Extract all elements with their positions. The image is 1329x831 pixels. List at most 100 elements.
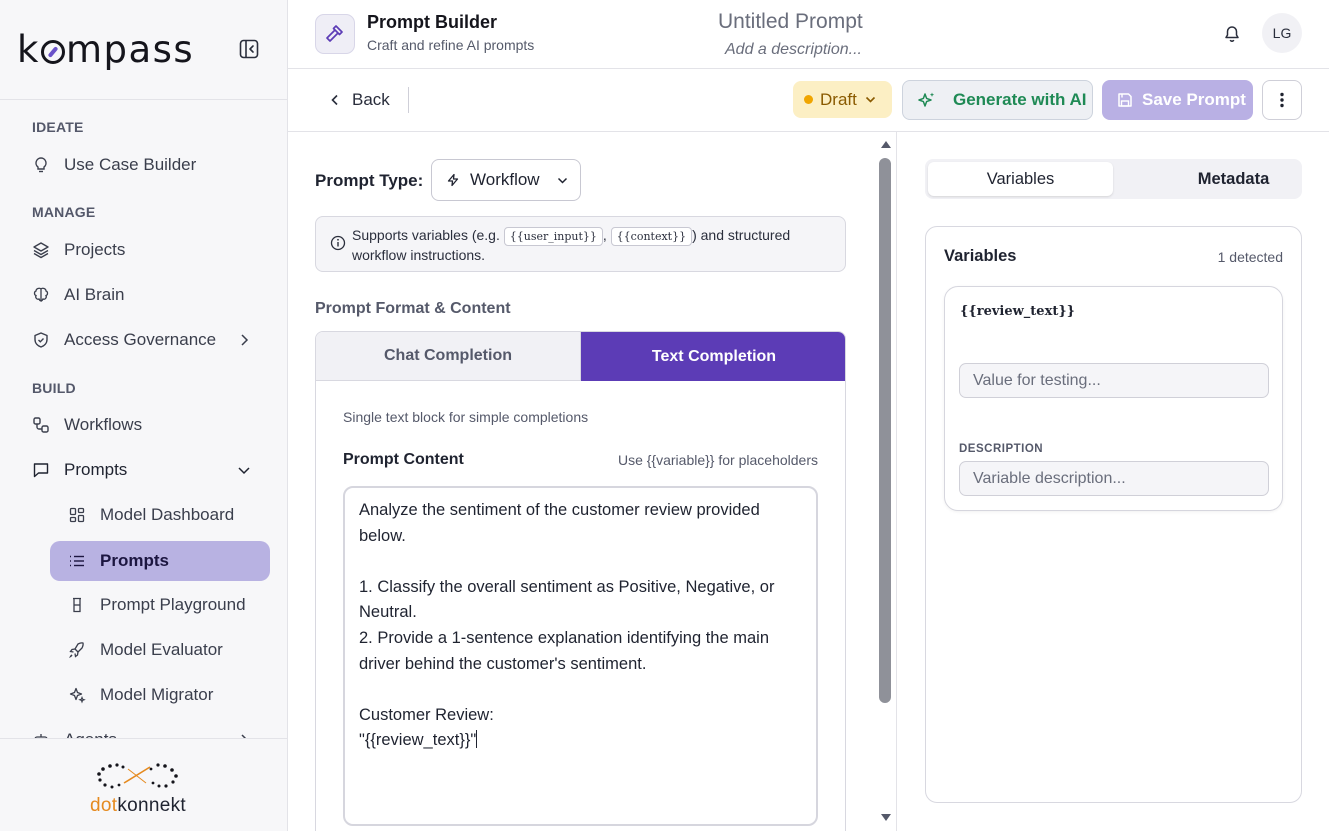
prompt-editor: Prompt Type: Workflow Supports variables… [288,132,897,831]
list-icon [70,555,84,567]
scroll-up-arrow-icon[interactable] [881,141,891,148]
tab-text-completion[interactable]: Text Completion [581,332,845,381]
save-label: Save Prompt [1142,90,1246,109]
rocket-icon [69,642,84,658]
brand-dot: dot [90,795,118,816]
chevron-down-icon [557,177,567,184]
prompt-content-hint: Use {{variable}} for placeholders [617,452,818,468]
sidebar-footer: dotkonnekt [0,738,287,831]
app-title: Prompt Builder [367,12,498,32]
zap-icon [447,173,459,187]
brain-icon [33,287,49,302]
editor-toolbar: Back Draft Generate with AI Save Prompt [288,69,1329,132]
info-icon [330,235,346,251]
sidebar-item-prompts-active[interactable]: Prompts [50,541,270,581]
sidebar-item-projects[interactable]: Projects [26,230,266,270]
sidebar-item-model-evaluator[interactable]: Model Evaluator [50,630,270,670]
scrollbar-thumb[interactable] [879,158,891,703]
chevron-left-icon [331,94,338,106]
sidebar-item-label: Use Case Builder [64,155,197,174]
prompt-title-field[interactable]: Untitled Prompt [718,10,1018,34]
variables-detected-count: 1 detected [1217,249,1283,265]
generate-with-ai-button[interactable]: Generate with AI [902,80,1093,120]
tab-metadata[interactable]: Metadata [1143,162,1324,196]
variable-example-chip: {{user_input}} [503,227,603,246]
status-dot [804,95,813,104]
chevron-right-icon [241,334,249,346]
scroll-down-arrow-icon[interactable] [881,814,891,821]
sidebar-item-ai-brain[interactable]: AI Brain [26,275,266,315]
tab-variables[interactable]: Variables [928,162,1113,196]
dashboard-grid-icon [69,507,85,523]
collapse-sidebar-button[interactable] [238,38,260,60]
user-avatar[interactable]: LG [1262,13,1302,53]
message-square-icon [33,463,49,478]
info-text-part: Supports variables (e.g. [352,227,504,243]
infinity-dots-icon [97,763,178,789]
hammer-icon [326,25,343,42]
prompt-type-info: Supports variables (e.g. {{user_input}},… [315,216,846,272]
brand-konnekt: konnekt [117,795,186,816]
right-panel: Variables Metadata Variables 1 detected … [897,132,1329,831]
prompt-type-select[interactable]: Workflow [431,159,581,201]
sidebar-item-model-dashboard[interactable]: Model Dashboard [50,495,270,535]
sidebar: k mpass IDEATE Use Case Builder MANAGE Pr… [0,0,288,831]
save-prompt-button[interactable]: Save Prompt [1102,80,1253,120]
right-panel-tabs: Variables Metadata [925,159,1302,199]
generate-label: Generate with AI [953,90,1087,109]
sparkles-icon [918,92,935,107]
sidebar-item-label: Model Evaluator [100,640,223,659]
compass-o-icon [40,40,65,64]
kompass-logo[interactable]: k mpass [17,28,194,71]
shield-check-icon [34,332,48,348]
sidebar-item-prompt-playground[interactable]: Prompt Playground [50,585,270,625]
sidebar-item-label: Prompts [64,460,128,479]
more-vertical-icon [1280,92,1284,108]
sidebar-item-use-case-builder[interactable]: Use Case Builder [26,145,266,185]
back-label: Back [352,90,390,109]
top-header: Prompt Builder Craft and refine AI promp… [288,0,1329,69]
sidebar-item-label: Prompts [100,551,169,570]
prompt-content-textarea[interactable]: Analyze the sentiment of the customer re… [343,486,818,826]
variable-card: {{review_text}} DESCRIPTION [944,286,1283,511]
tab-chat-completion[interactable]: Chat Completion [316,332,581,381]
chevron-down-icon [238,467,250,475]
lightbulb-icon [35,157,47,173]
nav-section-build: BUILD [32,380,76,396]
editor-scrollbar[interactable] [877,132,895,831]
sidebar-item-label: Projects [64,240,126,259]
variable-description-label: DESCRIPTION [959,443,1044,455]
info-text: Supports variables (e.g. {{user_input}},… [352,226,832,265]
sidebar-item-workflows[interactable]: Workflows [26,405,266,445]
variable-test-value-input[interactable] [959,363,1269,398]
dotkonnekt-logo: dotkonnekt [90,761,200,821]
prompt-content-label: Prompt Content [343,451,464,468]
format-description: Single text block for simple completions [343,409,589,425]
variable-description-input[interactable] [959,461,1269,496]
sidebar-collapse-icon [239,39,259,59]
info-text-part: , [602,227,611,243]
variables-panel-title: Variables [944,247,1017,265]
sidebar-nav: IDEATE Use Case Builder MANAGE Projects … [0,100,287,740]
app-subtitle: Craft and refine AI prompts [367,37,535,53]
notifications-button[interactable] [1222,24,1242,44]
save-icon [1118,93,1132,107]
flask-icon [73,597,81,613]
more-options-button[interactable] [1262,80,1302,120]
status-dropdown[interactable]: Draft [793,81,892,118]
back-button[interactable]: Back [328,88,390,112]
prompt-description-field[interactable]: Add a description... [725,41,1025,59]
status-label: Draft [820,89,857,109]
sidebar-item-label: AI Brain [64,285,125,304]
chevron-down-icon [865,96,875,103]
sidebar-item-agents[interactable]: Agents [26,720,266,740]
sidebar-item-label: Prompt Playground [100,595,246,614]
sidebar-item-prompts[interactable]: Prompts [26,450,266,490]
variables-panel: Variables 1 detected {{review_text}} DES… [925,226,1302,803]
sidebar-item-label: Access Governance [64,330,217,349]
prompt-type-label: Prompt Type: [315,171,424,190]
sidebar-item-access-governance[interactable]: Access Governance [26,320,266,360]
format-section-heading: Prompt Format & Content [315,300,511,317]
bell-icon [1225,26,1239,42]
sidebar-item-model-migrator[interactable]: Model Migrator [50,675,270,715]
